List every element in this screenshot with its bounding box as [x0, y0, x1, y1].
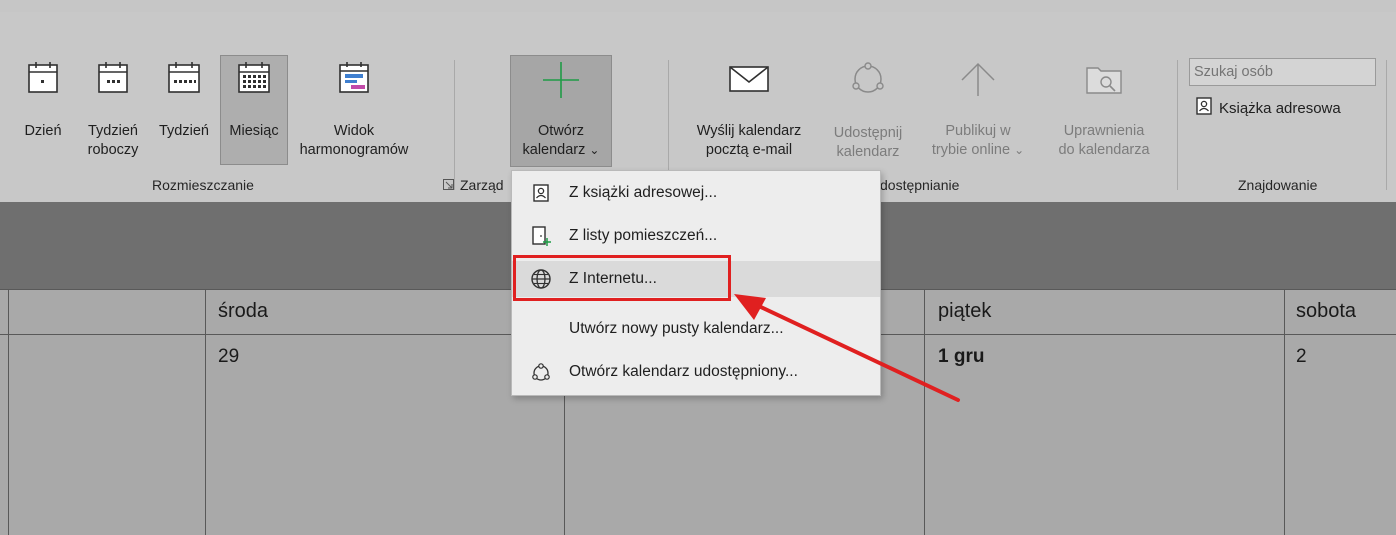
- menu-item-label: Z listy pomieszczeń...: [569, 227, 718, 244]
- day-view-label: Dzień: [24, 123, 62, 139]
- send-calendar-button[interactable]: Wyślij kalendarz pocztą e-mail: [676, 64, 822, 160]
- work-week-view-label: Tydzień roboczy: [87, 123, 139, 158]
- publish-online-label: Publikuj w trybie online ⌄: [931, 123, 1025, 158]
- share-group-label: dostępnianie: [880, 177, 960, 193]
- day-view-button[interactable]: Dzień: [18, 60, 68, 141]
- day-cell-date[interactable]: 29: [218, 346, 239, 368]
- shared-calendar-icon: [530, 361, 552, 383]
- chevron-down-icon: ⌄: [1014, 143, 1025, 157]
- manage-group-label: Zarząd: [460, 177, 504, 193]
- schedule-view-button[interactable]: Widok harmonogramów: [290, 60, 418, 160]
- work-week-view-button[interactable]: Tydzień roboczy: [80, 60, 146, 160]
- week-view-label: Tydzień: [159, 123, 209, 139]
- day-calendar-icon: [27, 60, 59, 100]
- grid-line: [8, 289, 9, 535]
- share-calendar-label: Udostępnij kalendarz: [833, 125, 903, 160]
- address-book-label: Książka adresowa: [1219, 99, 1341, 117]
- group-separator: [1386, 60, 1387, 190]
- folder-search-icon: [1084, 64, 1124, 102]
- publish-online-button[interactable]: Publikuj w trybie online ⌄: [914, 60, 1042, 160]
- day-header-saturday: sobota: [1296, 300, 1357, 322]
- group-separator: [1177, 60, 1178, 190]
- schedule-view-label: Widok harmonogramów: [299, 123, 409, 158]
- open-calendar-button[interactable]: Otwórz kalendarz ⌄: [510, 55, 612, 167]
- share-calendar-button[interactable]: Udostępnij kalendarz: [822, 62, 914, 162]
- address-book-icon: [530, 182, 552, 204]
- arrange-group-label: Rozmieszczanie: [152, 177, 254, 193]
- month-view-button[interactable]: Miesiąc: [220, 55, 288, 165]
- send-calendar-label: Wyślij kalendarz pocztą e-mail: [696, 123, 802, 158]
- find-group-label: Znajdowanie: [1238, 177, 1318, 193]
- plus-icon: [541, 60, 581, 106]
- arrow-up-icon: [958, 60, 998, 104]
- schedule-view-icon: [337, 60, 371, 100]
- dialog-launcher-icon[interactable]: [443, 179, 454, 190]
- search-people-input[interactable]: [1189, 58, 1376, 86]
- ribbon-top-strip: [0, 0, 1396, 12]
- day-cell-date[interactable]: 2: [1296, 346, 1307, 368]
- month-view-label: Miesiąc: [229, 123, 279, 139]
- week-view-button[interactable]: Tydzień: [151, 60, 217, 141]
- work-week-calendar-icon: [97, 60, 129, 100]
- annotation-highlight-box: [513, 255, 731, 301]
- address-book-icon: [1195, 96, 1213, 120]
- address-book-button[interactable]: Książka adresowa: [1195, 96, 1341, 120]
- chevron-down-icon: ⌄: [589, 143, 600, 157]
- envelope-icon: [728, 64, 770, 100]
- open-calendar-label: Otwórz kalendarz ⌄: [522, 123, 600, 158]
- grid-line: [1284, 289, 1285, 535]
- annotation-arrow: [734, 294, 960, 402]
- share-icon: [848, 62, 888, 102]
- menu-item-from-room-list[interactable]: Z listy pomieszczeń...: [512, 218, 880, 254]
- menu-item-icon-placeholder: [530, 318, 552, 340]
- grid-line: [205, 289, 206, 535]
- menu-item-label: Z książki adresowej...: [569, 184, 718, 201]
- calendar-permissions-label: Uprawnienia do kalendarza: [1058, 123, 1150, 158]
- month-calendar-icon: [237, 60, 271, 100]
- menu-item-from-address-book[interactable]: Z książki adresowej...: [512, 175, 880, 211]
- day-header-wednesday: środa: [218, 300, 269, 322]
- room-list-icon: [530, 225, 552, 247]
- group-separator: [454, 60, 455, 190]
- calendar-permissions-button[interactable]: Uprawnienia do kalendarza: [1044, 64, 1164, 160]
- week-calendar-icon: [167, 60, 201, 100]
